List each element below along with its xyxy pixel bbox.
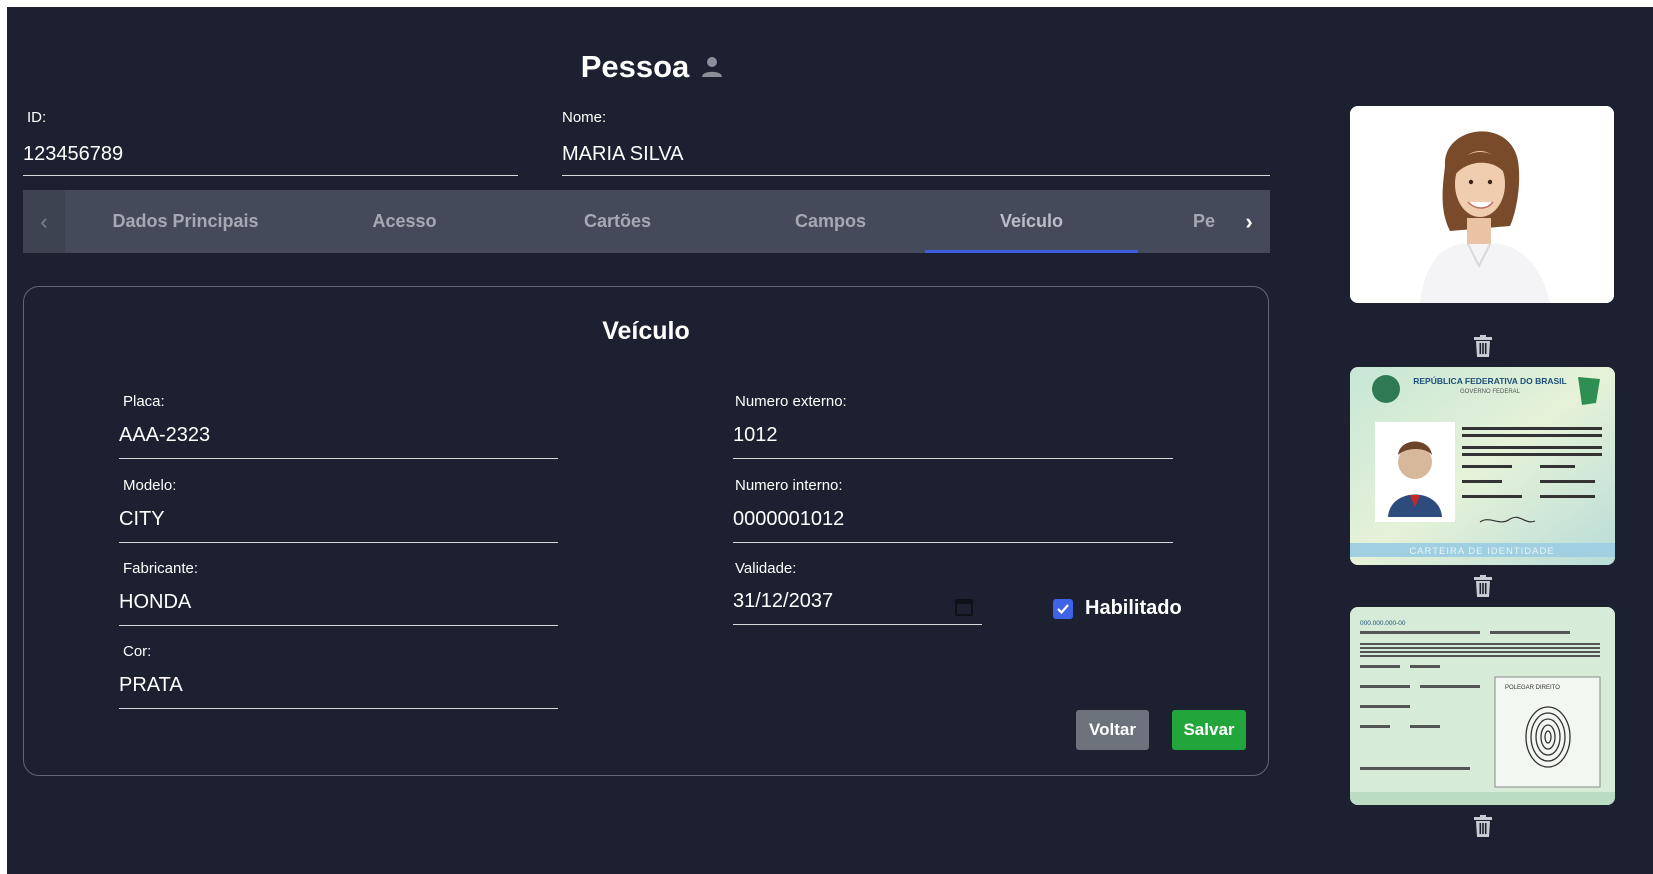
tab-acesso[interactable]: Acesso [298,190,511,253]
doc-cpf-text: 000.000.000-00 [1360,620,1406,627]
tab-campos[interactable]: Campos [724,190,937,253]
chevron-left-icon[interactable]: ‹ [23,190,65,253]
id-label: ID: [27,109,47,126]
salvar-button[interactable]: Salvar [1172,710,1246,750]
habilitado-checkbox[interactable] [1053,598,1073,619]
page-title: Pessoa [7,49,1297,85]
numero-externo-field[interactable]: 1012 [733,424,1173,459]
page-title-text: Pessoa [580,49,690,84]
calendar-icon[interactable] [955,598,973,621]
habilitado-label: Habilitado [1085,597,1182,619]
numero-interno-field[interactable]: 0000001012 [733,508,1173,543]
habilitado-checkbox-wrap[interactable]: Habilitado [1053,597,1182,620]
numero-interno-label: Numero interno: [735,477,843,494]
modelo-field[interactable]: CITY [119,508,558,543]
fabricante-field[interactable]: HONDA [119,591,558,626]
validade-date-input[interactable]: 31/12/2037 [733,590,982,625]
modelo-label: Modelo: [123,477,177,494]
id-card-back-image: 000.000.000-00 POLEGAR DIREITO [1350,607,1615,805]
doc-polegar-text: POLEGAR DIREITO [1505,685,1560,691]
trash-icon[interactable] [1474,575,1492,602]
tab-cartoes[interactable]: Cartões [511,190,724,253]
id-card-gov-text: GOVERNO FEDERAL [1460,389,1521,395]
tab-bar: ‹ Dados Principais Acesso Cartões Campos… [23,190,1270,253]
nome-label: Nome: [562,109,607,126]
active-tab-indicator [925,250,1138,253]
id-card-footer-text: CARTEIRA DE IDENTIDADE [1409,546,1554,557]
nome-field[interactable]: MARIA SILVA [562,143,1270,176]
vehicle-card: Veículo Placa: AAA-2323 Modelo: CITY Fab… [23,286,1269,776]
tab-veiculo[interactable]: Veículo [925,190,1138,253]
placa-label: Placa: [123,393,165,410]
id-field[interactable]: 123456789 [23,143,518,176]
vehicle-card-title: Veículo [602,317,690,345]
trash-icon[interactable] [1474,335,1492,362]
fabricante-label: Fabricante: [123,560,199,577]
validade-label: Validade: [735,560,797,577]
check-icon [1057,603,1069,614]
trash-icon[interactable] [1474,815,1492,842]
tab-dados-principais[interactable]: Dados Principais [83,190,288,253]
cor-field[interactable]: PRATA [119,674,558,709]
tab-pe[interactable]: Pe [1193,190,1233,253]
person-icon [701,56,723,78]
app-frame: Pessoa ID: 123456789 Nome: MARIA SILVA ‹… [7,7,1653,874]
chevron-right-icon[interactable]: › [1228,190,1270,253]
cor-label: Cor: [123,643,152,660]
id-card-front-image: REPÚBLICA FEDERATIVA DO BRASIL GOVERNO F… [1350,367,1615,565]
person-photo [1350,106,1614,303]
voltar-button[interactable]: Voltar [1076,710,1149,750]
id-card-country-text: REPÚBLICA FEDERATIVA DO BRASIL [1413,375,1566,386]
placa-field[interactable]: AAA-2323 [119,424,558,459]
numero-externo-label: Numero externo: [735,393,847,410]
